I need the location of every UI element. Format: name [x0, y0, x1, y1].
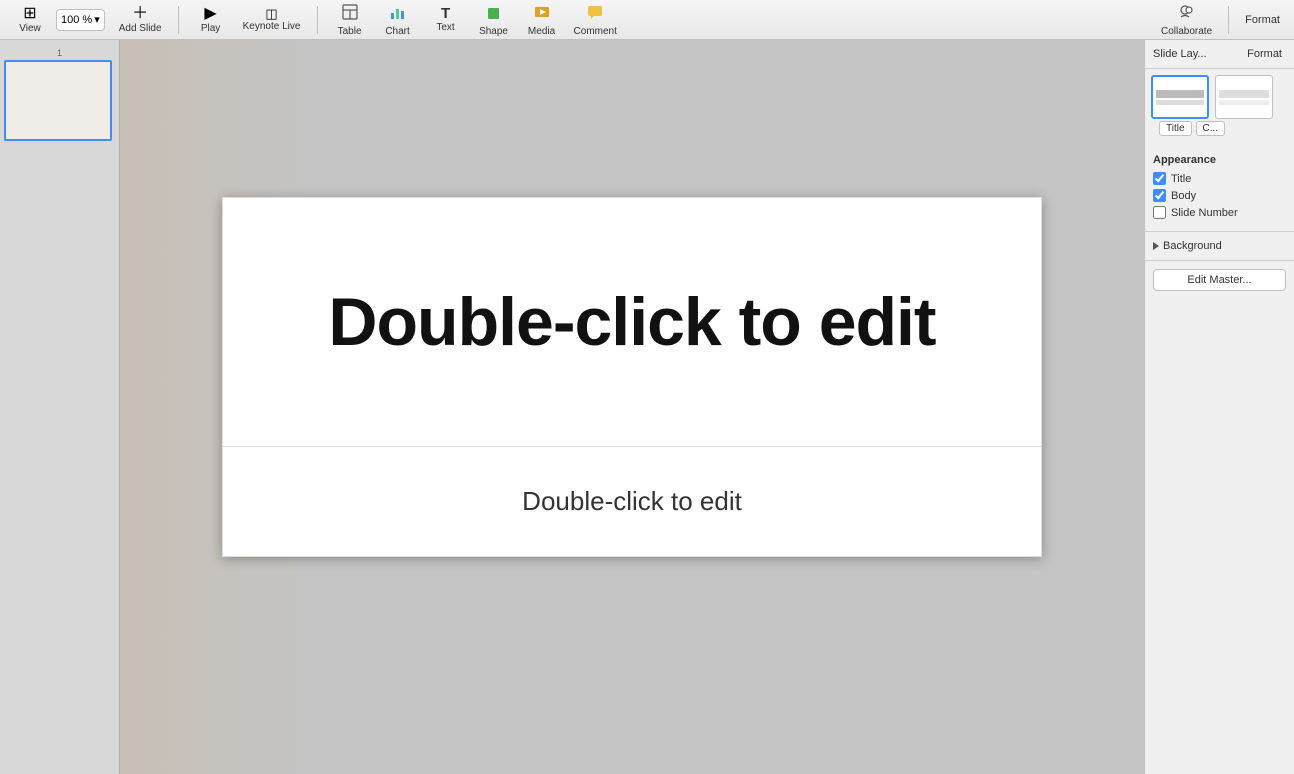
comment-icon [586, 3, 604, 25]
view-icon: ⊞ [23, 6, 36, 22]
media-label: Media [528, 26, 555, 37]
collaborate-label: Collaborate [1161, 26, 1212, 37]
zoom-value: 100 % [61, 14, 92, 26]
slide-number-checkbox-label: Slide Number [1171, 207, 1238, 219]
body-checkbox-row: Body [1153, 189, 1286, 202]
slide-thumbnail[interactable] [4, 60, 112, 141]
layout-options [1151, 75, 1288, 119]
slide-title-area[interactable]: Double-click to edit [222, 197, 1042, 447]
comment-button[interactable]: Comment [568, 3, 623, 37]
chart-button[interactable]: Chart [376, 3, 420, 37]
play-label: Play [201, 23, 220, 34]
zoom-chevron-icon: ▾ [94, 13, 100, 26]
right-panel: Slide Lay... Format [1144, 40, 1294, 774]
layout-thumbnails-section: Title C... [1145, 69, 1294, 146]
slide-body-text: Double-click to edit [522, 486, 742, 517]
appearance-title: Appearance [1153, 154, 1286, 166]
play-icon: ▶ [204, 6, 216, 22]
slide-layout-header-label: Slide Lay... [1153, 48, 1243, 60]
slide-thumbnail-inner [6, 62, 110, 139]
body-checkbox[interactable] [1153, 189, 1166, 202]
table-icon [341, 3, 359, 25]
background-triangle-icon [1153, 242, 1159, 250]
add-slide-icon: ＋ [132, 6, 148, 22]
add-slide-label: Add Slide [119, 23, 162, 34]
media-button[interactable]: Media [520, 3, 564, 37]
keynote-live-icon: ◫ [265, 7, 277, 20]
format-label: Format [1245, 14, 1280, 26]
separator-3 [1228, 6, 1229, 34]
layout-name-row: Title C... [1151, 119, 1288, 142]
view-button[interactable]: ⊞ View [8, 3, 52, 37]
text-label: Text [436, 22, 454, 33]
media-icon [533, 3, 551, 25]
collaborate-icon [1178, 3, 1196, 25]
slide-canvas: Double-click to edit Double-click to edi… [222, 197, 1042, 557]
edit-master-button[interactable]: Edit Master... [1153, 269, 1286, 291]
edit-master-section: Edit Master... [1145, 261, 1294, 299]
text-icon: T [441, 6, 450, 21]
title-checkbox-row: Title [1153, 172, 1286, 185]
table-button[interactable]: Table [328, 3, 372, 37]
title-checkbox-label: Title [1171, 173, 1191, 185]
slide-body-area[interactable]: Double-click to edit [222, 447, 1042, 557]
shape-label: Shape [479, 26, 508, 37]
chart-label: Chart [385, 26, 409, 37]
canvas-area: Double-click to edit Double-click to edi… [120, 40, 1144, 774]
slide-number-checkbox[interactable] [1153, 206, 1166, 219]
play-button[interactable]: ▶ Play [189, 3, 233, 37]
chart-icon [389, 3, 407, 25]
keynote-live-label: Keynote Live [243, 21, 301, 32]
zoom-control[interactable]: 100 % ▾ [56, 9, 105, 31]
separator-2 [317, 6, 318, 34]
add-slide-button[interactable]: ＋ Add Slide [113, 3, 168, 37]
slide-number: 1 [4, 48, 115, 58]
toolbar: ⊞ View 100 % ▾ ＋ Add Slide ▶ Play ◫ Keyn… [0, 0, 1294, 40]
text-button[interactable]: T Text [424, 3, 468, 37]
layout-title-badge: Title [1159, 121, 1192, 136]
view-label: View [19, 23, 41, 34]
comment-label: Comment [574, 26, 617, 37]
shape-button[interactable]: Shape [472, 3, 516, 37]
right-panel-header: Slide Lay... Format [1145, 40, 1294, 69]
table-label: Table [338, 26, 362, 37]
format-panel-button[interactable]: Format [1243, 46, 1286, 62]
collaborate-button[interactable]: Collaborate [1155, 3, 1218, 37]
layout-thumb-center[interactable] [1215, 75, 1273, 119]
slide-thumbnail-wrapper: 1 [4, 48, 115, 141]
slide-panel: 1 [0, 40, 120, 774]
layout-center-badge: C... [1196, 121, 1226, 136]
background-label: Background [1163, 240, 1222, 252]
keynote-live-button[interactable]: ◫ Keynote Live [237, 3, 307, 37]
main-layout: 1 Double-click to edit Double-click to e… [0, 40, 1294, 774]
slide-title-text: Double-click to edit [328, 283, 935, 361]
shape-icon [485, 3, 503, 25]
format-button[interactable]: Format [1239, 3, 1286, 37]
separator-1 [178, 6, 179, 34]
appearance-section: Appearance Title Body Slide Number [1145, 146, 1294, 232]
slide-number-checkbox-row: Slide Number [1153, 206, 1286, 219]
layout-thumb-title[interactable] [1151, 75, 1209, 119]
title-checkbox[interactable] [1153, 172, 1166, 185]
background-row[interactable]: Background [1153, 240, 1286, 252]
body-checkbox-label: Body [1171, 190, 1196, 202]
background-section[interactable]: Background [1145, 232, 1294, 261]
